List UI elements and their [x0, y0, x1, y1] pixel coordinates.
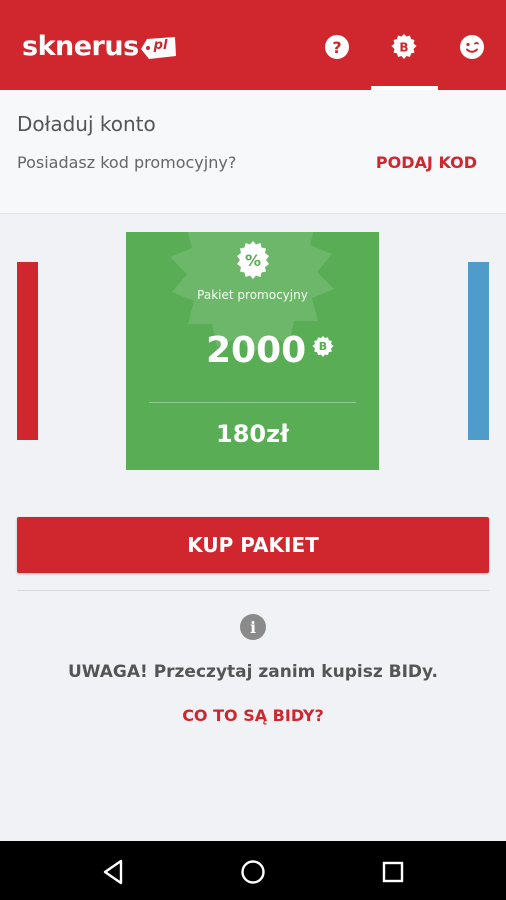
help-icon[interactable]: ?	[320, 30, 354, 64]
previous-package-card[interactable]	[17, 262, 38, 440]
package-name: Pakiet promocyjny	[197, 288, 308, 302]
sknerus-logo[interactable]: sknerus pl	[22, 26, 177, 66]
page-title: Doładuj konto	[17, 112, 156, 136]
bid-coin-icon[interactable]: B	[387, 30, 421, 64]
promo-question: Posiadasz kod promocyjny?	[17, 153, 237, 172]
package-price: 180zł	[216, 420, 289, 448]
enter-code-link[interactable]: PODAJ KOD	[376, 153, 477, 172]
logo-tag-text: pl	[153, 38, 168, 53]
topup-card: Doładuj konto Posiadasz kod promocyjny? …	[0, 90, 506, 214]
package-divider	[149, 402, 356, 403]
percent-symbol: %	[244, 250, 262, 270]
logo-text: sknerus	[22, 30, 139, 62]
buy-package-button[interactable]: KUP PAKIET	[17, 517, 489, 573]
recents-icon[interactable]	[380, 859, 406, 885]
back-icon[interactable]	[100, 859, 126, 885]
what-are-bids-link[interactable]: CO TO SĄ BIDY?	[0, 706, 506, 725]
package-card[interactable]: % Pakiet promocyjny 2000 B 180zł	[126, 232, 379, 470]
profile-smile-icon[interactable]	[455, 30, 489, 64]
section-divider	[17, 590, 489, 591]
next-package-card[interactable]	[468, 262, 489, 440]
svg-text:B: B	[399, 41, 408, 55]
warning-text: UWAGA! Przeczytaj zanim kupisz BIDy.	[67, 662, 439, 682]
logo-tag-icon: pl	[140, 36, 177, 60]
svg-text:?: ?	[332, 38, 341, 57]
system-nav-bar	[0, 841, 506, 900]
coin-letter: B	[318, 340, 328, 353]
app-header: sknerus pl ? B	[0, 0, 506, 90]
home-icon[interactable]	[240, 859, 266, 885]
package-bid-amount: 2000	[206, 330, 307, 371]
info-icon: i	[240, 614, 266, 640]
